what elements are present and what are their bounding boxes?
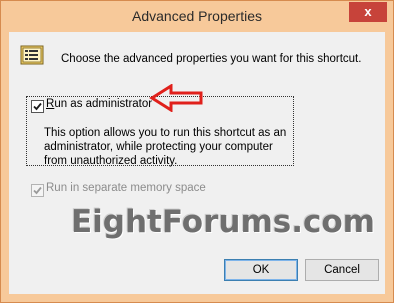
cancel-button[interactable]: Cancel (305, 259, 379, 281)
close-icon: x (364, 4, 372, 19)
close-button[interactable]: x (349, 2, 387, 22)
run-as-admin-label[interactable]: Run as administrator (46, 98, 152, 110)
intro-text: Choose the advanced properties you want … (61, 53, 362, 65)
run-as-admin-description: This option allows you to run this short… (44, 127, 287, 167)
window-title: Advanced Properties (132, 8, 262, 24)
title-bar[interactable]: Advanced Properties x (1, 1, 393, 32)
eightforums-watermark: EightForums.com (71, 204, 375, 240)
red-arrow-annotation (149, 84, 203, 112)
advanced-properties-dialog: Advanced Properties x Choose the advance… (0, 0, 394, 303)
run-as-admin-checkbox[interactable] (31, 100, 44, 113)
ok-button[interactable]: OK (224, 259, 298, 281)
shortcut-properties-icon (20, 45, 44, 65)
checkmark-icon (33, 102, 42, 111)
dialog-body: Choose the advanced properties you want … (9, 32, 385, 294)
separate-memory-checkbox[interactable] (31, 184, 44, 197)
separate-memory-label: Run in separate memory space (46, 182, 206, 194)
checkmark-icon (33, 186, 42, 195)
run-as-admin-label-text: un as administrator (54, 98, 153, 110)
